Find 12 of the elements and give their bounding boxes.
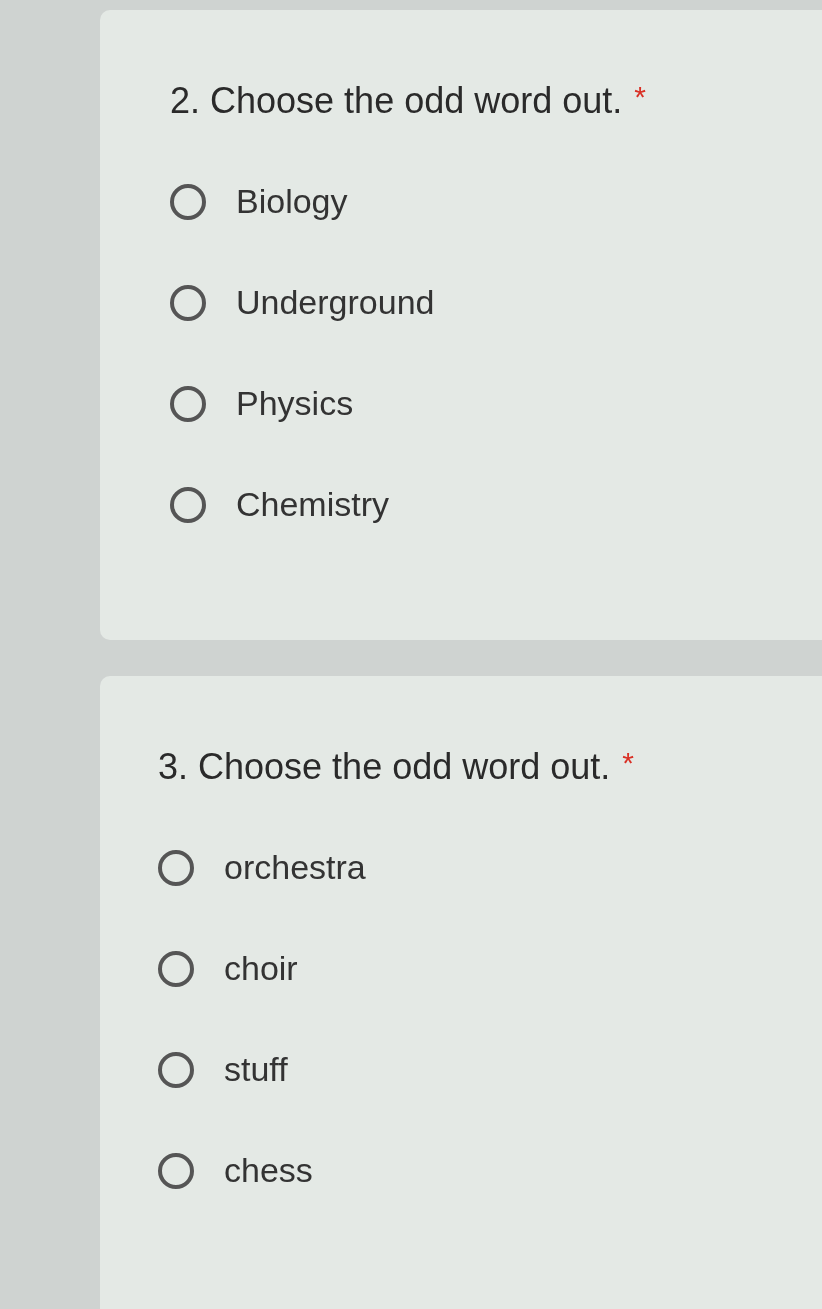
radio-option[interactable]: choir (158, 949, 822, 988)
radio-option[interactable]: chess (158, 1151, 822, 1190)
question-title: 2. Choose the odd word out. (170, 80, 623, 122)
radio-option[interactable]: Biology (170, 182, 822, 221)
radio-option[interactable]: stuff (158, 1050, 822, 1089)
question-title: 3. Choose the odd word out. (158, 746, 611, 788)
radio-option[interactable]: Underground (170, 283, 822, 322)
required-mark: * (622, 746, 634, 780)
radio-option[interactable]: Physics (170, 384, 822, 423)
radio-option[interactable]: Chemistry (170, 485, 822, 524)
required-mark: * (634, 80, 646, 114)
radio-option[interactable]: orchestra (158, 848, 822, 887)
